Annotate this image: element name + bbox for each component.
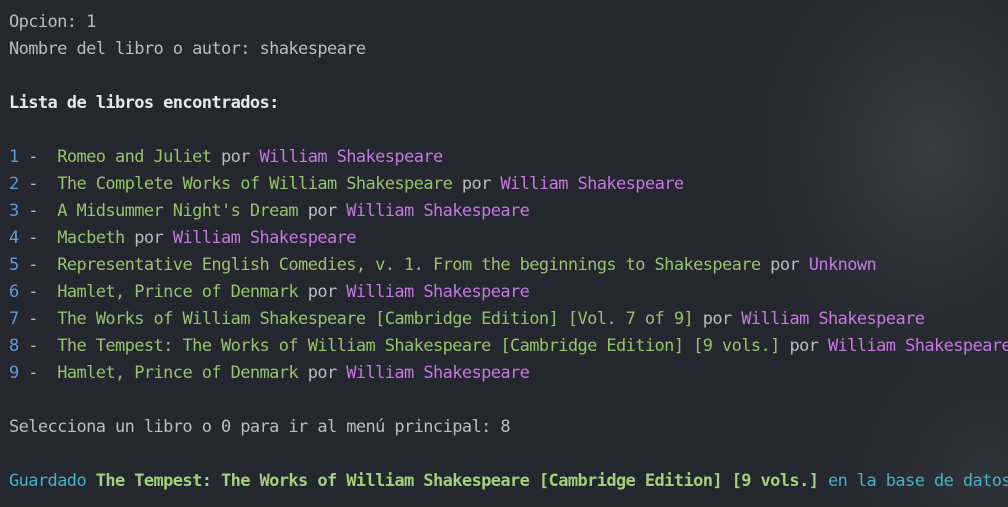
book-list-item: 5 - Representative English Comedies, v. … — [9, 252, 1008, 279]
book-title: A Midsummer Night's Dream — [57, 201, 299, 221]
book-number: 3 — [9, 201, 19, 221]
book-title: The Works of William Shakespeare [Cambri… — [57, 309, 694, 329]
saved-book-title: The Tempest: The Works of William Shakes… — [95, 471, 819, 491]
search-label: Nombre del libro o autor: — [9, 39, 260, 59]
book-author: Unknown — [808, 255, 877, 275]
list-heading: Lista de libros encontrados: — [9, 93, 279, 113]
book-list-item: 3 - A Midsummer Night's Dream por Willia… — [9, 198, 1008, 225]
por-word: por — [211, 147, 260, 167]
book-number: 4 — [9, 228, 19, 248]
book-title: Hamlet, Prince of Denmark — [57, 282, 299, 302]
book-separator: - — [18, 282, 58, 302]
select-prompt-label: Selecciona un libro o 0 para ir al menú … — [9, 417, 501, 437]
book-author: William Shakespeare — [259, 147, 444, 167]
book-author: William Shakespeare — [828, 336, 1008, 356]
book-list-item: 2 - The Complete Works of William Shakes… — [9, 171, 1008, 198]
por-word: por — [298, 282, 347, 302]
book-separator: - — [18, 201, 58, 221]
por-word: por — [693, 309, 742, 329]
saved-message: Guardado The Tempest: The Works of Willi… — [9, 468, 1008, 495]
book-separator: - — [18, 336, 58, 356]
search-line: Nombre del libro o autor: shakespeare — [9, 36, 1008, 63]
book-list-item: 8 - The Tempest: The Works of William Sh… — [9, 333, 1008, 360]
book-author: William Shakespeare — [172, 228, 357, 248]
book-author: William Shakespeare — [346, 363, 530, 383]
book-title: The Complete Works of William Shakespear… — [57, 174, 453, 194]
book-number: 8 — [9, 336, 19, 356]
select-prompt-value: 8 — [500, 417, 511, 437]
terminal-window: Opcion: 1 Nombre del libro o autor: shak… — [0, 0, 1008, 507]
opcion-line: Opcion: 1 — [9, 9, 1008, 36]
book-title: The Tempest: The Works of William Shakes… — [57, 336, 780, 356]
por-word: por — [124, 228, 173, 248]
book-number: 9 — [9, 363, 19, 383]
book-number: 2 — [9, 174, 19, 194]
search-value: shakespeare — [259, 39, 367, 59]
book-number: 7 — [9, 309, 19, 329]
book-author: William Shakespeare — [346, 201, 530, 221]
opcion-value: 1 — [86, 12, 96, 32]
book-number: 6 — [9, 282, 19, 302]
book-separator: - — [18, 174, 58, 194]
select-prompt-line: Selecciona un libro o 0 para ir al menú … — [9, 414, 1008, 441]
saved-prefix: Guardado — [9, 471, 96, 491]
book-title: Romeo and Juliet — [57, 147, 212, 167]
opcion-label: Opcion: — [9, 12, 87, 32]
por-word: por — [760, 255, 809, 275]
book-title: Hamlet, Prince of Denmark — [57, 363, 299, 383]
book-number: 5 — [9, 255, 19, 275]
book-author: William Shakespeare — [346, 282, 530, 302]
book-number: 1 — [9, 147, 19, 167]
book-separator: - — [18, 255, 58, 275]
book-title: Macbeth — [57, 228, 125, 248]
book-list-item: 9 - Hamlet, Prince of Denmark por Willia… — [9, 360, 1008, 387]
por-word: por — [298, 363, 347, 383]
book-list-item: 6 - Hamlet, Prince of Denmark por Willia… — [9, 279, 1008, 306]
saved-suffix: en la base de datos. :) — [827, 471, 1008, 491]
book-separator: - — [18, 363, 58, 383]
book-author: William Shakespeare — [500, 174, 684, 194]
book-list-item: 1 - Romeo and Juliet por William Shakesp… — [9, 144, 1008, 171]
por-word: por — [779, 336, 828, 356]
por-word: por — [452, 174, 501, 194]
por-word: por — [298, 201, 347, 221]
book-list-item: 7 - The Works of William Shakespeare [Ca… — [9, 306, 1008, 333]
book-list: 1 - Romeo and Juliet por William Shakesp… — [9, 144, 1008, 387]
book-separator: - — [18, 228, 58, 248]
book-author: William Shakespeare — [741, 309, 925, 329]
book-separator: - — [18, 147, 58, 167]
book-separator: - — [18, 309, 58, 329]
book-list-item: 4 - Macbeth por William Shakespeare — [9, 225, 1008, 252]
book-title: Representative English Comedies, v. 1. F… — [57, 255, 761, 275]
